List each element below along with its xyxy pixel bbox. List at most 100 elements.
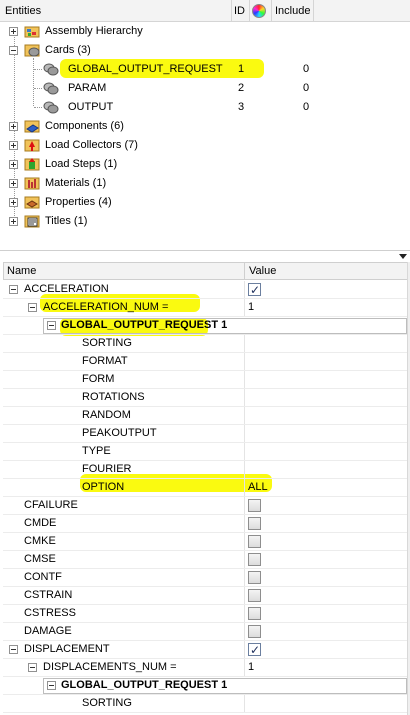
column-divider [244, 371, 245, 388]
expand-icon[interactable] [9, 122, 18, 131]
property-row-damage[interactable]: DAMAGE [3, 623, 408, 641]
id-column-header[interactable]: ID [232, 0, 250, 22]
column-divider [244, 407, 245, 424]
property-row-peakoutput[interactable]: PEAKOUTPUT [3, 425, 408, 443]
property-grid-header: Name Value [3, 262, 408, 280]
tree-item-load-collectors[interactable]: Load Collectors (7) [0, 136, 410, 155]
property-checkbox[interactable] [248, 517, 261, 530]
dropdown-arrow-icon[interactable] [399, 254, 407, 259]
tree-item-materials[interactable]: Materials (1) [0, 174, 410, 193]
collapse-icon[interactable] [28, 663, 37, 672]
entities-panel: Entities ID Include Assembly Hierarchy C… [0, 0, 410, 250]
property-name: SORTING [82, 697, 132, 709]
property-name: ROTATIONS [82, 391, 145, 403]
collapse-icon[interactable] [9, 645, 18, 654]
tree-item-card-param[interactable]: PARAM 2 0 [0, 79, 410, 98]
tree-item-assembly-hierarchy[interactable]: Assembly Hierarchy [0, 22, 410, 41]
expand-icon[interactable] [9, 27, 18, 36]
property-row-cstrain[interactable]: CSTRAIN [3, 587, 408, 605]
collapse-icon[interactable] [9, 46, 18, 55]
property-name: FOURIER [82, 463, 132, 475]
card-icon [43, 82, 59, 95]
tree-item-components[interactable]: Components (6) [0, 117, 410, 136]
tree-item-load-steps[interactable]: Load Steps (1) [0, 155, 410, 174]
property-name: RANDOM [82, 409, 131, 421]
property-name: CONTF [24, 571, 62, 583]
panel-splitter[interactable] [0, 250, 410, 262]
property-checkbox[interactable] [248, 625, 261, 638]
column-divider [244, 659, 245, 676]
property-row-acceleration[interactable]: ACCELERATION [3, 281, 408, 299]
name-column-header[interactable]: Name [4, 263, 245, 279]
collapse-icon[interactable] [47, 681, 56, 690]
property-row-type[interactable]: TYPE [3, 443, 408, 461]
property-checkbox[interactable] [248, 641, 261, 659]
expand-icon[interactable] [9, 179, 18, 188]
titles-icon [24, 215, 40, 228]
property-name: CMDE [24, 517, 57, 529]
value-column-header[interactable]: Value [246, 263, 406, 279]
property-row-fourier[interactable]: FOURIER [3, 461, 408, 479]
property-row-cmke[interactable]: CMKE [3, 533, 408, 551]
property-group-name: GLOBAL_OUTPUT_REQUEST 1 [61, 679, 228, 691]
property-row-sorting[interactable]: SORTING [3, 335, 408, 353]
property-row-displacement[interactable]: DISPLACEMENT [3, 641, 408, 659]
property-checkbox[interactable] [248, 499, 261, 512]
tree-item-card-output[interactable]: OUTPUT 3 0 [0, 98, 410, 117]
property-checkbox[interactable] [248, 535, 261, 548]
property-row-form[interactable]: FORM [3, 371, 408, 389]
color-column-header[interactable] [250, 0, 272, 22]
column-divider [244, 623, 245, 640]
property-value[interactable]: 1 [248, 299, 254, 316]
expand-icon[interactable] [9, 217, 18, 226]
expand-icon[interactable] [9, 160, 18, 169]
property-row-option[interactable]: OPTION ALL [3, 479, 408, 497]
column-divider [244, 353, 245, 370]
column-divider [244, 533, 245, 550]
cards-icon [24, 44, 40, 57]
property-row-rotations[interactable]: ROTATIONS [3, 389, 408, 407]
load-steps-icon [24, 158, 40, 171]
property-row-cmde[interactable]: CMDE [3, 515, 408, 533]
property-name: CSTRAIN [24, 589, 73, 601]
expand-icon[interactable] [9, 198, 18, 207]
property-name: FORM [82, 373, 115, 385]
property-row-displacements-num[interactable]: DISPLACEMENTS_NUM = 1 [3, 659, 408, 677]
property-checkbox[interactable] [248, 589, 261, 602]
property-group-global-output-request[interactable]: GLOBAL_OUTPUT_REQUEST 1 [3, 677, 408, 695]
property-name: OPTION [82, 481, 125, 493]
entities-column-header[interactable]: Entities [0, 0, 232, 22]
property-row-random[interactable]: RANDOM [3, 407, 408, 425]
card-icon [43, 101, 59, 114]
property-row-acceleration-num[interactable]: ACCELERATION_NUM = 1 [3, 299, 408, 317]
property-value[interactable]: ALL [248, 479, 268, 496]
property-row-format[interactable]: FORMAT [3, 353, 408, 371]
property-group-global-output-request[interactable]: GLOBAL_OUTPUT_REQUEST 1 [3, 317, 408, 335]
collapse-icon[interactable] [47, 321, 56, 330]
include-column-header[interactable]: Include [272, 0, 314, 22]
tree-item-label: Components (6) [45, 120, 124, 132]
collapse-icon[interactable] [9, 285, 18, 294]
property-name: SORTING [82, 337, 132, 349]
tree-item-label: Assembly Hierarchy [45, 25, 143, 37]
property-row-contf[interactable]: CONTF [3, 569, 408, 587]
property-group-name: GLOBAL_OUTPUT_REQUEST 1 [61, 319, 228, 331]
property-checkbox[interactable] [248, 553, 261, 566]
tree-item-titles[interactable]: Titles (1) [0, 212, 410, 231]
property-row-cfailure[interactable]: CFAILURE [3, 497, 408, 515]
collapse-icon[interactable] [28, 303, 37, 312]
property-checkbox[interactable] [248, 281, 261, 299]
property-value[interactable]: 1 [248, 659, 254, 676]
tree-item-properties[interactable]: Properties (4) [0, 193, 410, 212]
property-row-sorting[interactable]: SORTING [3, 695, 408, 713]
column-divider [244, 605, 245, 622]
column-divider [244, 299, 245, 316]
property-row-cstress[interactable]: CSTRESS [3, 605, 408, 623]
property-grid: Name Value ACCELERATION ACCELERATION_NUM… [0, 262, 410, 715]
tree-item-cards[interactable]: Cards (3) [0, 41, 410, 60]
property-checkbox[interactable] [248, 607, 261, 620]
expand-icon[interactable] [9, 141, 18, 150]
tree-item-card-global-output-request[interactable]: GLOBAL_OUTPUT_REQUEST 1 0 [0, 60, 410, 79]
property-row-cmse[interactable]: CMSE [3, 551, 408, 569]
property-checkbox[interactable] [248, 571, 261, 584]
